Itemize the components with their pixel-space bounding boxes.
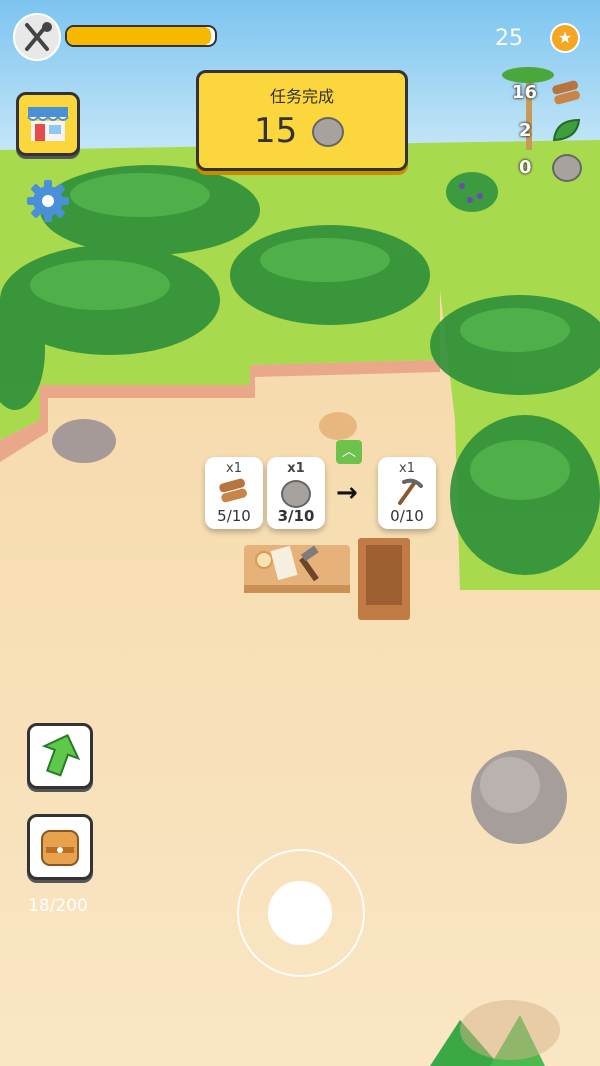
quest-title: 任务完成 [269,87,334,106]
shop-button[interactable] [16,92,80,156]
joystick-knob[interactable] [268,881,332,945]
recipe-input-wood: x1 5/10 [205,457,263,529]
hunger-bar [65,25,217,47]
resource-wood-count: 16 [512,82,538,103]
recipe-input-stone: x1 3/10 [267,457,325,529]
wood-log-icon [219,478,247,503]
stone-icon [552,154,582,182]
hunger-bar-fill [67,27,211,45]
recipe-count: 5/10 [217,507,251,525]
recipe-multiplier: x1 [226,461,242,476]
stone-icon [281,480,311,508]
backpack-icon [41,830,79,866]
shop-icon [27,107,69,141]
recipe-count: 0/10 [390,507,424,525]
pickaxe-icon [398,478,423,505]
recipe-arrow: → [336,478,358,508]
resource-stone-count: 0 [519,157,532,178]
recipe-count: 3/10 [277,507,315,525]
star-coin-icon: ★ [550,23,580,53]
leaf-icon [551,117,581,143]
resource-leaf-count: 2 [519,120,532,141]
backpack-button[interactable] [27,814,93,880]
chevron-up-icon[interactable]: ︿ [336,440,362,464]
gear-icon[interactable] [25,178,71,224]
recipe-output-pickaxe: x1 0/10 [378,457,436,529]
up-arrow-icon [41,733,81,777]
quest-panel[interactable]: 任务完成 15 [196,70,408,171]
quest-count: 15 [254,111,298,151]
backpack-capacity: 18/200 [28,896,88,916]
upgrade-button[interactable] [27,723,93,789]
recipe-multiplier: x1 [287,461,305,476]
fork-knife-icon [13,13,61,61]
coin-count: 25 [495,26,523,51]
recipe-multiplier: x1 [399,461,415,476]
stone-icon [312,117,344,147]
wood-log-icon [550,80,582,106]
